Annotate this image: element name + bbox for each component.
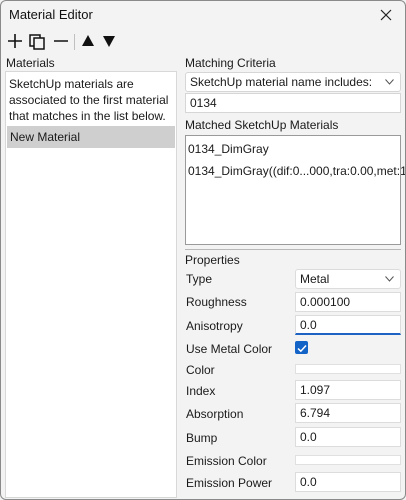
duplicate-material-button[interactable] [27, 31, 47, 51]
anisotropy-value: 0.0 [300, 318, 317, 332]
index-input[interactable]: 1.097 [295, 380, 401, 400]
index-label: Index [186, 384, 216, 398]
toolbar [1, 31, 405, 53]
absorption-value: 6.794 [300, 406, 331, 420]
use-metal-color-label: Use Metal Color [186, 342, 273, 356]
checkmark-icon [297, 344, 307, 353]
absorption-label: Absorption [186, 407, 244, 421]
emission-power-label: Emission Power [186, 476, 273, 490]
minus-icon [54, 40, 68, 42]
emission-color-label: Emission Color [186, 454, 267, 468]
name-includes-input[interactable]: 0134 [185, 93, 401, 113]
materials-description: SketchUp materials are associated to the… [9, 77, 169, 123]
use-metal-color-checkbox[interactable] [295, 341, 308, 354]
roughness-value: 0.000100 [300, 295, 351, 309]
type-dropdown[interactable]: Metal [295, 269, 401, 289]
roughness-label: Roughness [186, 295, 247, 309]
toolbar-separator [74, 34, 75, 50]
list-item-new-material[interactable]: New Material [7, 126, 175, 148]
move-up-button[interactable] [78, 31, 98, 51]
absorption-input[interactable]: 6.794 [295, 403, 401, 423]
emission-power-input[interactable]: 0.0 [295, 472, 401, 492]
properties-heading: Properties [185, 253, 240, 267]
triangle-down-icon [103, 36, 115, 47]
materials-heading: Materials [6, 56, 55, 70]
matching-criteria-heading: Matching Criteria [185, 56, 276, 70]
bump-input[interactable]: 0.0 [295, 427, 401, 447]
type-value: Metal [300, 272, 330, 286]
move-down-button[interactable] [99, 31, 119, 51]
emission-color-swatch[interactable] [295, 455, 401, 465]
index-value: 1.097 [300, 383, 331, 397]
section-divider [185, 249, 401, 250]
matched-item: 0134_DimGray((dif:0...000,tra:0.00,met:1… [188, 164, 406, 178]
criteria-dropdown[interactable]: SketchUp material name includes: [185, 72, 401, 92]
list-item-label: New Material [10, 130, 81, 144]
close-icon [380, 9, 392, 21]
name-includes-value: 0134 [190, 96, 217, 110]
copy-icon [29, 34, 45, 50]
materials-list: SketchUp materials are associated to the… [5, 71, 177, 498]
color-swatch[interactable] [295, 364, 401, 374]
add-material-button[interactable] [5, 31, 25, 51]
matched-item: 0134_DimGray [188, 142, 269, 156]
material-editor-window: Material Editor Materials SketchUp mater… [0, 0, 406, 500]
color-label: Color [186, 363, 215, 377]
window-title: Material Editor [9, 7, 93, 22]
anisotropy-label: Anisotropy [186, 319, 243, 333]
chevron-down-icon [385, 79, 394, 85]
chevron-down-icon [385, 276, 394, 282]
plus-icon [8, 34, 22, 48]
matched-materials-heading: Matched SketchUp Materials [185, 118, 339, 132]
anisotropy-input[interactable]: 0.0 [295, 315, 401, 335]
bump-label: Bump [186, 431, 218, 445]
triangle-up-icon [82, 35, 94, 46]
remove-material-button[interactable] [51, 31, 71, 51]
matched-materials-list[interactable]: 0134_DimGray 0134_DimGray((dif:0...000,t… [185, 135, 405, 245]
bump-value: 0.0 [300, 430, 317, 444]
type-label: Type [186, 272, 213, 286]
close-button[interactable] [373, 3, 399, 27]
roughness-input[interactable]: 0.000100 [295, 292, 401, 312]
title-bar: Material Editor [1, 1, 405, 29]
criteria-selected-value: SketchUp material name includes: [190, 75, 373, 89]
emission-power-value: 0.0 [300, 475, 317, 489]
